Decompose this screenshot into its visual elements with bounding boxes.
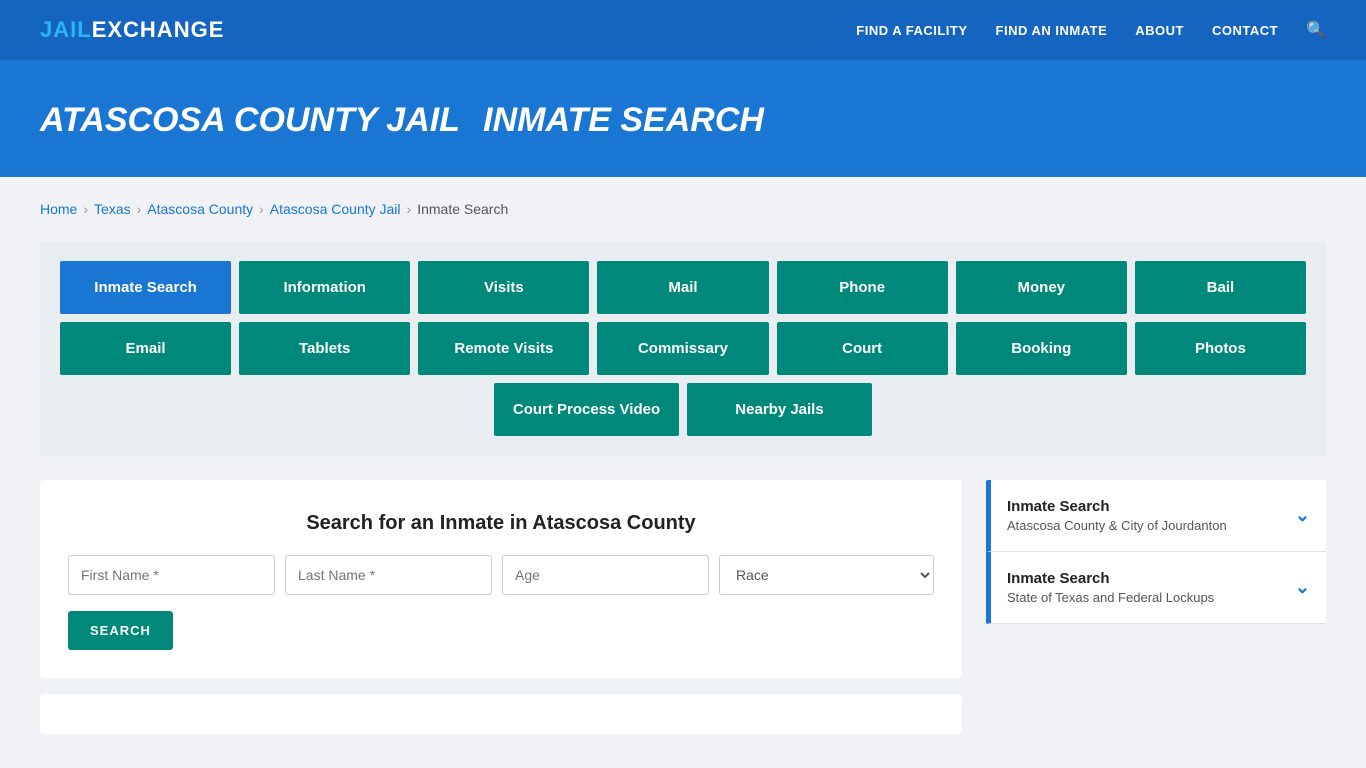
page-title: Atascosa County Jail INMATE SEARCH	[40, 96, 1326, 141]
tab-commissary[interactable]: Commissary	[597, 322, 768, 375]
tabs-row-1: Inmate Search Information Visits Mail Ph…	[60, 261, 1306, 314]
breadcrumb-sep-3: ›	[259, 201, 264, 217]
sidebar-card-1-subtitle: Atascosa County & City of Jourdanton	[1007, 518, 1227, 533]
nav-find-facility[interactable]: FIND A FACILITY	[856, 23, 967, 38]
tab-photos[interactable]: Photos	[1135, 322, 1306, 375]
tab-remote-visits[interactable]: Remote Visits	[418, 322, 589, 375]
age-input[interactable]	[502, 555, 709, 595]
hero-section: Atascosa County Jail INMATE SEARCH	[0, 60, 1366, 177]
tab-inmate-search[interactable]: Inmate Search	[60, 261, 231, 314]
chevron-down-icon: ⌄	[1295, 505, 1310, 526]
search-form-title: Search for an Inmate in Atascosa County	[68, 512, 934, 535]
tab-tablets[interactable]: Tablets	[239, 322, 410, 375]
chevron-down-icon-2: ⌄	[1295, 577, 1310, 598]
breadcrumb-inmate-search: Inmate Search	[417, 201, 508, 217]
breadcrumb-home[interactable]: Home	[40, 201, 77, 217]
logo-part1: JAIL	[40, 17, 92, 42]
tabs-container: Inmate Search Information Visits Mail Ph…	[40, 241, 1326, 456]
sidebar-card-2[interactable]: Inmate Search State of Texas and Federal…	[986, 552, 1326, 624]
tab-mail[interactable]: Mail	[597, 261, 768, 314]
tab-booking[interactable]: Booking	[956, 322, 1127, 375]
tab-bail[interactable]: Bail	[1135, 261, 1306, 314]
logo-part2: EXCHANGE	[92, 17, 225, 42]
site-logo[interactable]: JAILEXCHANGE	[40, 17, 224, 43]
race-select[interactable]: Race White Black Hispanic Asian Other	[719, 555, 934, 595]
tab-court[interactable]: Court	[777, 322, 948, 375]
breadcrumb-sep-1: ›	[83, 201, 88, 217]
breadcrumb-atascosa-jail[interactable]: Atascosa County Jail	[270, 201, 401, 217]
site-header: JAILEXCHANGE FIND A FACILITY FIND AN INM…	[0, 0, 1366, 60]
tab-email[interactable]: Email	[60, 322, 231, 375]
tab-information[interactable]: Information	[239, 261, 410, 314]
tabs-row-3: Court Process Video Nearby Jails	[60, 383, 1306, 436]
last-name-input[interactable]	[285, 555, 492, 595]
page-content: Home › Texas › Atascosa County › Atascos…	[0, 177, 1366, 758]
nav-about[interactable]: ABOUT	[1135, 23, 1184, 38]
breadcrumb: Home › Texas › Atascosa County › Atascos…	[40, 201, 1326, 217]
tab-nearby-jails[interactable]: Nearby Jails	[687, 383, 872, 436]
sidebar-card-2-title: Inmate Search	[1007, 570, 1214, 587]
tab-phone[interactable]: Phone	[777, 261, 948, 314]
breadcrumb-sep-2: ›	[137, 201, 142, 217]
sidebar-card-1-text: Inmate Search Atascosa County & City of …	[1007, 498, 1227, 533]
breadcrumb-texas[interactable]: Texas	[94, 201, 131, 217]
nav-find-inmate[interactable]: FIND AN INMATE	[996, 23, 1108, 38]
sidebar-card-2-text: Inmate Search State of Texas and Federal…	[1007, 570, 1214, 605]
main-nav: FIND A FACILITY FIND AN INMATE ABOUT CON…	[856, 20, 1326, 40]
nav-contact[interactable]: CONTACT	[1212, 23, 1278, 38]
sidebar-card-1[interactable]: Inmate Search Atascosa County & City of …	[986, 480, 1326, 552]
sidebar-card-2-subtitle: State of Texas and Federal Lockups	[1007, 590, 1214, 605]
tab-money[interactable]: Money	[956, 261, 1127, 314]
breadcrumb-sep-4: ›	[407, 201, 412, 217]
first-name-input[interactable]	[68, 555, 275, 595]
tab-visits[interactable]: Visits	[418, 261, 589, 314]
search-button[interactable]: SEARCH	[68, 611, 173, 650]
tabs-row-2: Email Tablets Remote Visits Commissary C…	[60, 322, 1306, 375]
breadcrumb-atascosa-county[interactable]: Atascosa County	[147, 201, 253, 217]
search-fields: Race White Black Hispanic Asian Other	[68, 555, 934, 595]
tab-court-process-video[interactable]: Court Process Video	[494, 383, 679, 436]
sidebar-card-1-title: Inmate Search	[1007, 498, 1227, 515]
search-form-container: Search for an Inmate in Atascosa County …	[40, 480, 962, 678]
search-icon[interactable]: 🔍	[1306, 20, 1326, 40]
main-layout: Search for an Inmate in Atascosa County …	[40, 480, 1326, 734]
sidebar: Inmate Search Atascosa County & City of …	[986, 480, 1326, 624]
bottom-content-area	[40, 694, 962, 734]
hero-subtitle: INMATE SEARCH	[483, 101, 764, 139]
